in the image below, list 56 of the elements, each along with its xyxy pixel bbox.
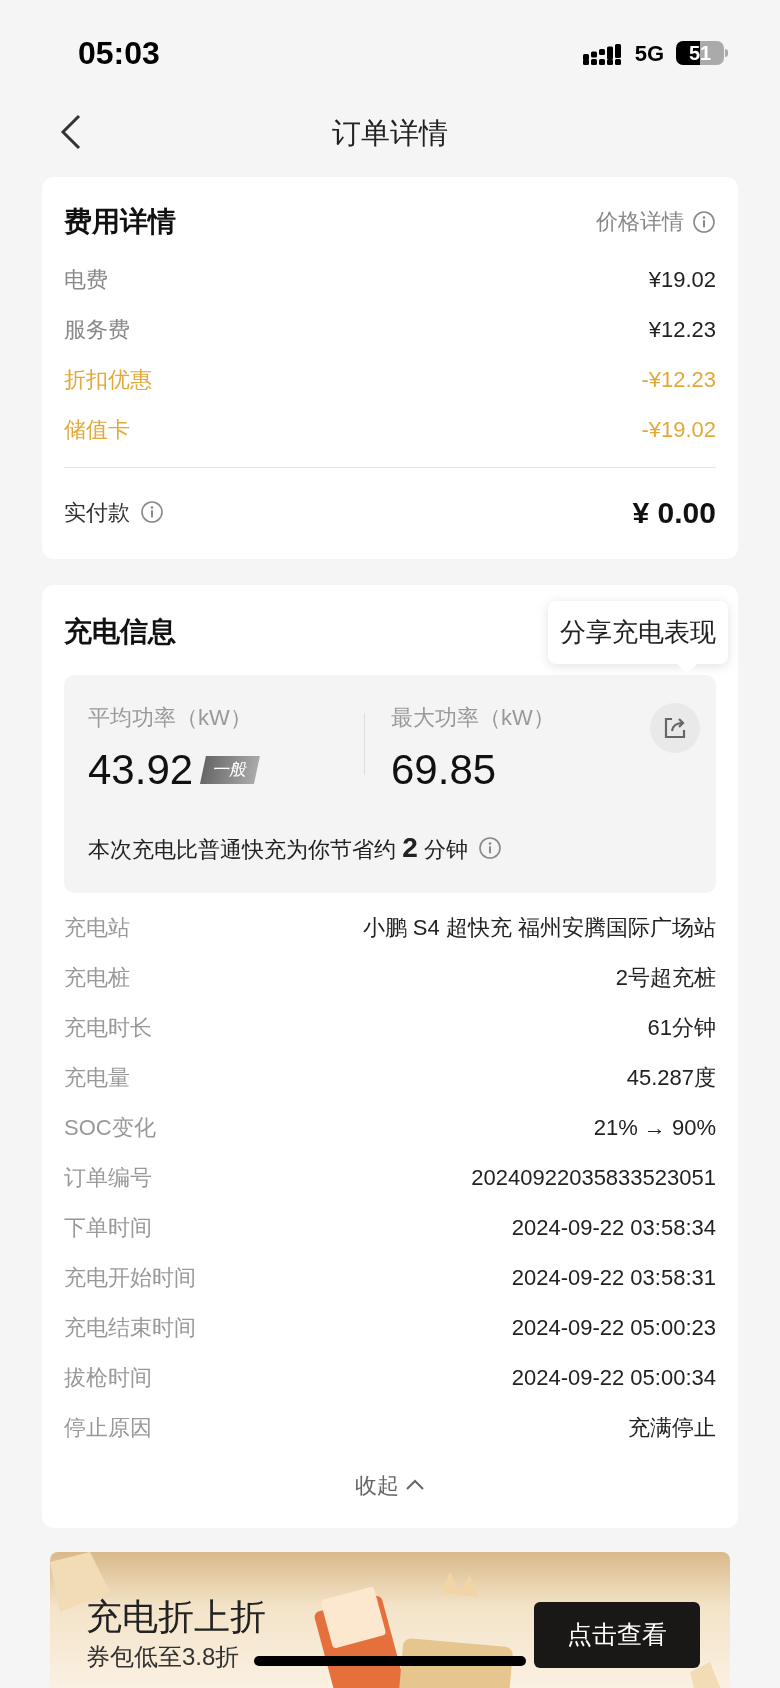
fee-value: ¥19.02 bbox=[648, 266, 716, 295]
info-label: SOC变化 bbox=[64, 1114, 156, 1143]
stat-label: 平均功率（kW） bbox=[88, 703, 253, 732]
fee-label: 储值卡 bbox=[64, 416, 130, 445]
view-button[interactable]: 点击查看 bbox=[534, 1601, 700, 1668]
info-value: 2024-09-22 05:00:23 bbox=[511, 1314, 716, 1343]
info-value: 2号超充桩 bbox=[615, 964, 716, 993]
share-icon[interactable] bbox=[650, 702, 700, 753]
info-value: 小鹏 S4 超快充 福州安腾国际广场站 bbox=[362, 914, 716, 943]
info-label: 停止原因 bbox=[64, 1414, 152, 1443]
network-label: 5G bbox=[634, 39, 664, 68]
fee-label: 折扣优惠 bbox=[64, 366, 152, 395]
card-title: 费用详情 bbox=[64, 204, 176, 239]
info-value: 2024-09-22 05:00:34 bbox=[511, 1364, 716, 1393]
info-label: 充电桩 bbox=[64, 964, 130, 993]
battery-indicator: 51 bbox=[676, 41, 728, 65]
page-title: 订单详情 bbox=[332, 115, 448, 151]
info-label: 充电结束时间 bbox=[64, 1314, 196, 1343]
info-value: 61分钟 bbox=[647, 1014, 716, 1043]
fee-value: -¥19.02 bbox=[641, 416, 716, 445]
total-label: 实付款 bbox=[64, 498, 130, 527]
info-value: 2024-09-22 03:58:31 bbox=[511, 1264, 716, 1293]
info-icon[interactable] bbox=[477, 835, 502, 860]
collapse-button[interactable]: 收起 bbox=[355, 1468, 425, 1502]
fee-label: 电费 bbox=[64, 266, 108, 295]
fee-value: ¥12.23 bbox=[648, 316, 716, 345]
info-icon[interactable] bbox=[140, 500, 164, 525]
card-title: 充电信息 bbox=[64, 614, 176, 649]
info-value: 21% → 90% bbox=[593, 1114, 716, 1143]
saving-text: 本次充电比普通快充为你节省约 2 分钟 bbox=[88, 830, 468, 865]
info-label: 充电时长 bbox=[64, 1014, 152, 1043]
info-label: 充电开始时间 bbox=[64, 1264, 196, 1293]
info-label: 下单时间 bbox=[64, 1214, 152, 1243]
total-amount: ¥ 0.00 bbox=[632, 494, 716, 531]
info-value: 45.287度 bbox=[626, 1064, 716, 1093]
info-label: 拔枪时间 bbox=[64, 1364, 152, 1393]
stat-value: 43.92 bbox=[88, 744, 194, 795]
info-value: 20240922035833523051 bbox=[471, 1164, 716, 1193]
info-label: 充电站 bbox=[64, 914, 130, 943]
info-icon[interactable] bbox=[692, 209, 716, 234]
stat-label: 最大功率（kW） bbox=[391, 703, 556, 732]
info-value: 2024-09-22 03:58:34 bbox=[511, 1214, 716, 1243]
back-icon[interactable] bbox=[60, 114, 82, 150]
info-label: 订单编号 bbox=[64, 1164, 152, 1193]
promo-banner[interactable]: 充电折上折 券包低至3.8折 点击查看 bbox=[50, 1551, 730, 1688]
stat-value: 69.85 bbox=[391, 744, 498, 795]
info-value: 充满停止 bbox=[628, 1414, 716, 1443]
fee-label: 服务费 bbox=[64, 316, 130, 345]
chevron-up-icon bbox=[405, 1479, 425, 1492]
price-detail-link[interactable]: 价格详情 bbox=[596, 205, 684, 239]
fee-value: -¥12.23 bbox=[641, 366, 716, 395]
rating-badge: 一般 bbox=[200, 755, 261, 784]
banner-subtitle: 券包低至3.8折 bbox=[86, 1641, 241, 1672]
banner-title: 充电折上折 bbox=[86, 1594, 266, 1639]
clock-time: 05:03 bbox=[78, 34, 160, 73]
info-label: 充电量 bbox=[64, 1064, 130, 1093]
